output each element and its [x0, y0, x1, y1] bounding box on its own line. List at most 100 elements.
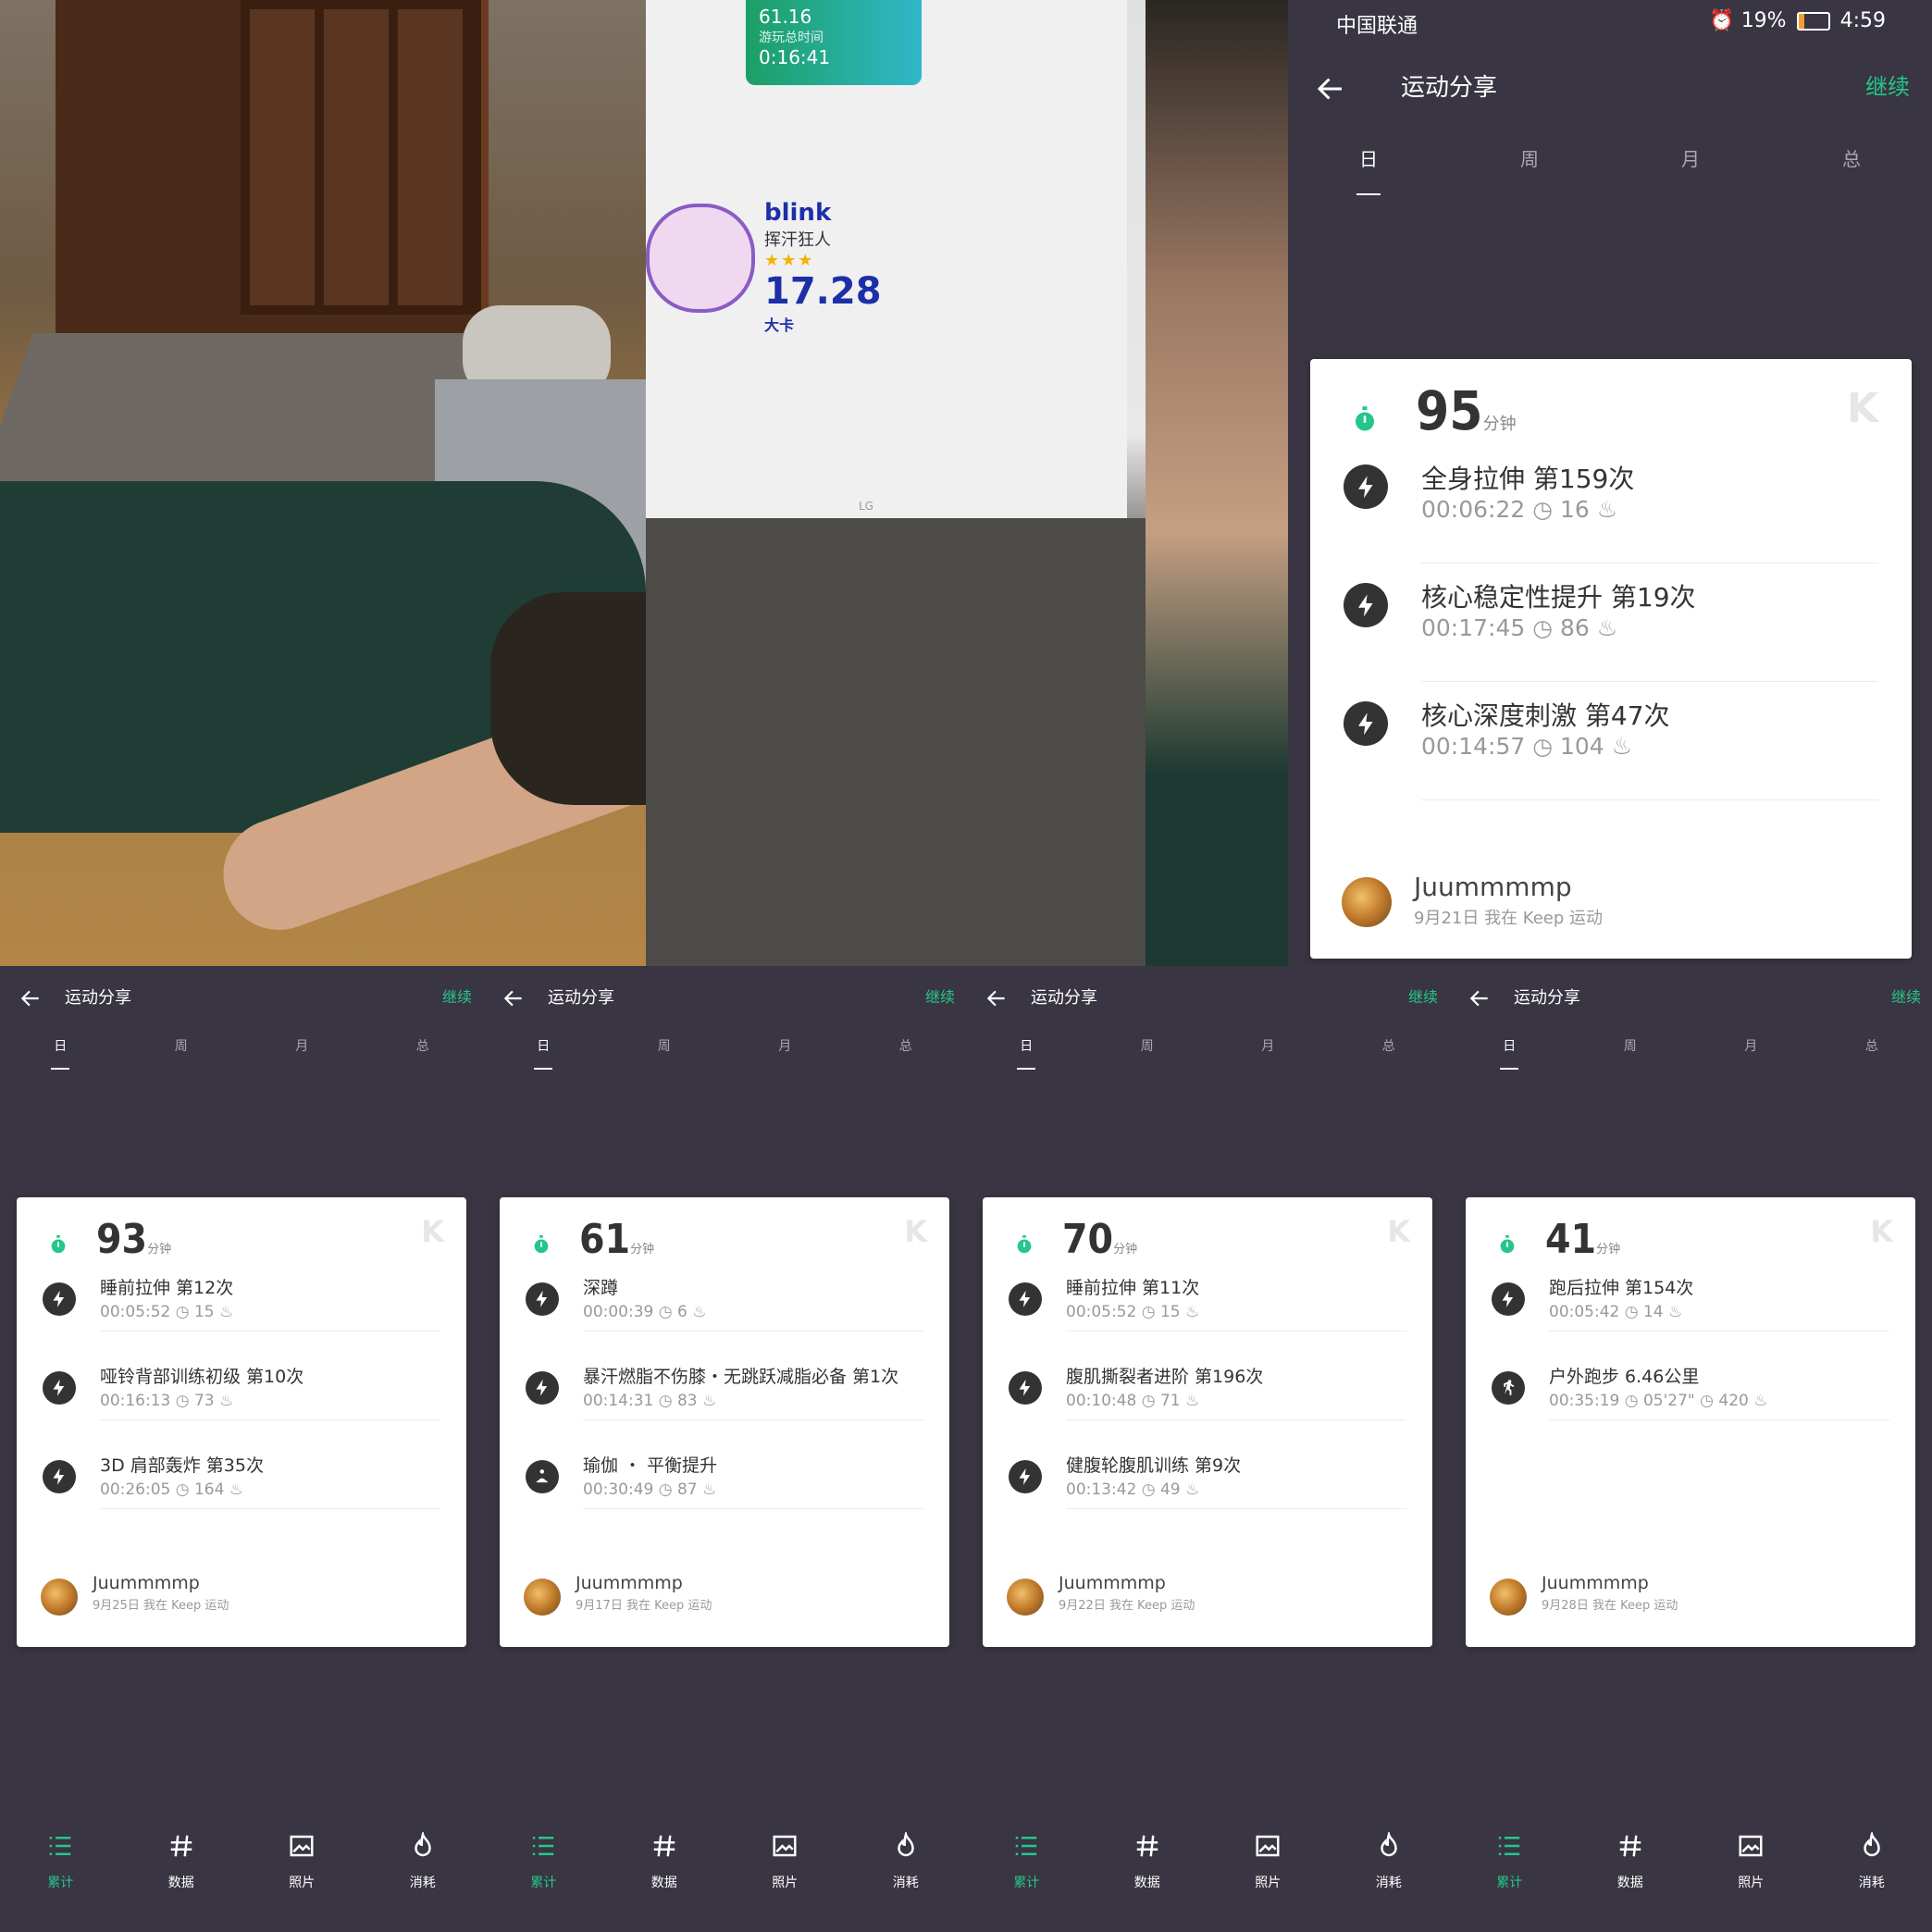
tab-month[interactable]: 月	[1208, 1036, 1329, 1055]
workout-name: 哑铃背部训练初级 第10次	[100, 1367, 304, 1387]
stopwatch-icon	[1497, 1234, 1517, 1258]
user-name: Juummmmp	[1059, 1573, 1166, 1593]
header: 运动分享 继续	[1449, 979, 1932, 1016]
nav-consumption[interactable]: 消耗	[1329, 1830, 1450, 1891]
monitor-selfie-photo: 61.16 游玩总时间 0:16:41 blink 挥汗狂人 ★★★ 17.28…	[646, 0, 1288, 966]
avatar	[1007, 1579, 1044, 1616]
tab-day[interactable]: 日	[966, 1036, 1087, 1055]
nav-photos[interactable]: 照片	[1690, 1832, 1812, 1891]
share-screen-2: 运动分享 继续日周月总 K 61分钟 深蹲 00:00:39 ◷ 6 ♨ 暴汗燃脂不伤膝・无…	[483, 966, 966, 1932]
nav-cumulative[interactable]: 累计	[966, 1832, 1087, 1891]
nav-data[interactable]: 数据	[1570, 1832, 1691, 1891]
divider	[583, 1508, 923, 1509]
tab-week[interactable]: 周	[1087, 1036, 1208, 1055]
back-button[interactable]	[502, 986, 526, 1010]
nav-label: 累计	[530, 1876, 557, 1890]
tab-week[interactable]: 周	[121, 1036, 242, 1055]
divider	[1421, 799, 1878, 800]
bolt-icon	[1492, 1282, 1525, 1316]
list-icon	[966, 1832, 1087, 1864]
workout-name: 核心深度刺激 第47次	[1421, 700, 1670, 731]
nav-data[interactable]: 数据	[604, 1832, 725, 1891]
back-arrow-icon	[503, 990, 522, 1007]
share-date: 9月28日 我在 Keep 运动	[1542, 1599, 1678, 1613]
hash-icon	[1087, 1832, 1208, 1864]
nav-label: 消耗	[892, 1876, 919, 1890]
workout-name: 全身拉伸 第159次	[1421, 464, 1635, 494]
tab-total[interactable]: 总	[1771, 144, 1932, 171]
total-minutes: 93分钟	[96, 1216, 171, 1263]
nav-cumulative[interactable]: 累计	[1449, 1832, 1570, 1891]
tab-day[interactable]: 日	[1288, 144, 1449, 171]
tab-week[interactable]: 周	[1570, 1036, 1691, 1055]
workout-meta: 00:26:05 ◷ 164 ♨	[100, 1480, 244, 1499]
back-button[interactable]	[19, 986, 43, 1010]
nav-consumption[interactable]: 消耗	[1812, 1830, 1932, 1891]
keep-logo-icon: K	[1387, 1214, 1410, 1249]
avatar	[524, 1579, 561, 1616]
tab-day[interactable]: 日	[483, 1036, 604, 1055]
tab-week[interactable]: 周	[604, 1036, 725, 1055]
bottom-nav: 累计 数据 照片 消耗	[483, 1830, 967, 1891]
stopwatch-icon	[1014, 1234, 1034, 1258]
person-head	[490, 592, 646, 805]
nav-photos[interactable]: 照片	[724, 1832, 846, 1891]
bottom-nav: 累计 数据 照片 消耗	[966, 1830, 1450, 1891]
nav-consumption[interactable]: 消耗	[363, 1830, 484, 1891]
page-title: 运动分享	[548, 988, 614, 1008]
nav-cumulative[interactable]: 累计	[0, 1832, 121, 1891]
tab-total[interactable]: 总	[846, 1036, 967, 1055]
page-title: 运动分享	[1401, 74, 1498, 102]
continue-button[interactable]: 继续	[442, 985, 472, 1007]
divider	[1421, 681, 1878, 682]
tab-total[interactable]: 总	[1812, 1036, 1932, 1055]
continue-button[interactable]: 继续	[1891, 985, 1921, 1007]
badge-value: 17.28	[764, 270, 882, 313]
tab-month[interactable]: 月	[242, 1036, 363, 1055]
door	[56, 0, 489, 370]
bolt-icon	[1009, 1460, 1042, 1493]
nav-label: 消耗	[1375, 1876, 1402, 1890]
workout-name: 暴汗燃脂不伤膝・无跳跃减脂必备 第1次	[583, 1367, 899, 1387]
total-minutes: 61分钟	[579, 1216, 654, 1263]
share-card: K 70分钟 睡前拉伸 第11次 00:05:52 ◷ 15 ♨ 腹肌撕裂者进阶 第19…	[983, 1197, 1432, 1647]
total-value: 93	[96, 1216, 148, 1263]
tab-month[interactable]: 月	[1610, 144, 1771, 171]
nav-label: 数据	[167, 1876, 194, 1890]
nav-cumulative[interactable]: 累计	[483, 1832, 604, 1891]
selfie-face	[1146, 0, 1288, 966]
tab-total[interactable]: 总	[1329, 1036, 1450, 1055]
share-card: K 61分钟 深蹲 00:00:39 ◷ 6 ♨ 暴汗燃脂不伤膝・无跳跃减脂必备 第1次…	[500, 1197, 949, 1647]
back-button[interactable]	[1468, 986, 1492, 1010]
tab-total[interactable]: 总	[363, 1036, 484, 1055]
total-value: 41	[1545, 1216, 1597, 1263]
total-unit: 分钟	[147, 1243, 172, 1257]
period-tabs: 日周月总	[1288, 144, 1932, 171]
continue-button[interactable]: 继续	[1865, 68, 1910, 101]
avatar	[1490, 1579, 1527, 1616]
tab-week[interactable]: 周	[1449, 144, 1610, 171]
workout-meta: 00:35:19 ◷ 05'27" ◷ 420 ♨	[1549, 1392, 1768, 1410]
bolt-icon	[43, 1371, 76, 1405]
continue-button[interactable]: 继续	[925, 985, 955, 1007]
back-button[interactable]	[985, 986, 1009, 1010]
back-button[interactable]	[1314, 72, 1347, 105]
hash-icon	[121, 1832, 242, 1864]
nav-photos[interactable]: 照片	[1208, 1832, 1329, 1891]
tab-day[interactable]: 日	[1449, 1036, 1570, 1055]
tab-day[interactable]: 日	[0, 1036, 121, 1055]
workout-meta: 00:05:52 ◷ 15 ♨	[100, 1303, 234, 1321]
nav-data[interactable]: 数据	[121, 1832, 242, 1891]
calorie-badge: blink 挥汗狂人 ★★★ 17.28 大卡	[764, 199, 882, 335]
nav-photos[interactable]: 照片	[242, 1832, 363, 1891]
tab-month[interactable]: 月	[1690, 1036, 1812, 1055]
nav-data[interactable]: 数据	[1087, 1832, 1208, 1891]
share-date: 9月25日 我在 Keep 运动	[93, 1599, 229, 1613]
bolt-icon	[1344, 701, 1388, 746]
share-date: 9月22日 我在 Keep 运动	[1059, 1599, 1195, 1613]
tab-month[interactable]: 月	[724, 1036, 846, 1055]
nav-consumption[interactable]: 消耗	[846, 1830, 967, 1891]
divider	[1066, 1419, 1406, 1420]
nav-label: 照片	[1738, 1876, 1765, 1890]
continue-button[interactable]: 继续	[1408, 985, 1438, 1007]
